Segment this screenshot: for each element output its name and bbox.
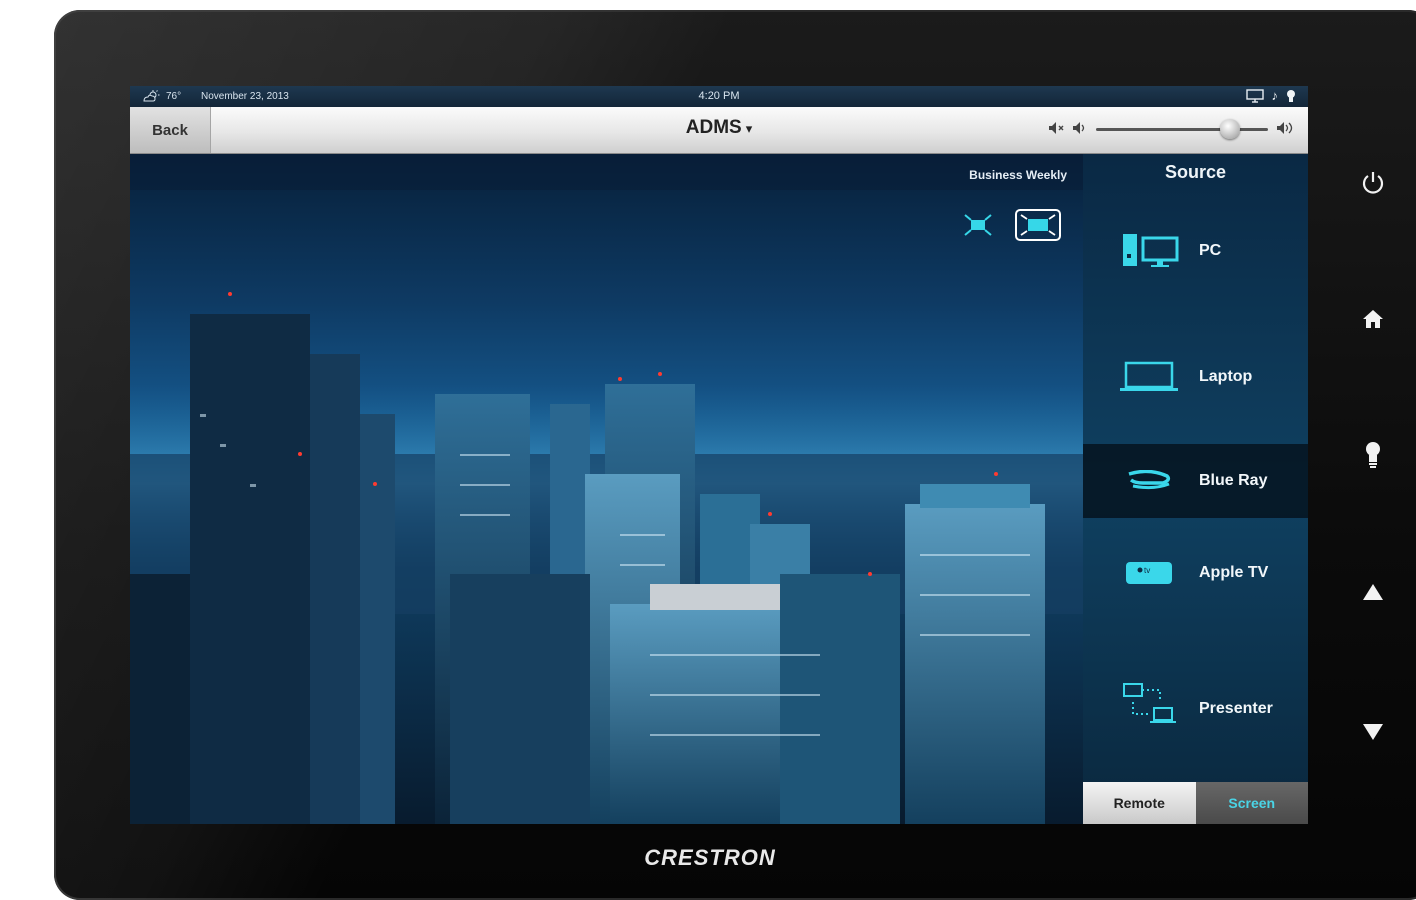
video-preview: Business Weekly (130, 154, 1083, 824)
channel-label: Business Weekly (969, 168, 1067, 182)
source-item-pc[interactable]: PC (1083, 194, 1308, 304)
touch-screen: 76° November 23, 2013 4:20 PM ♪ Back ADM… (130, 86, 1308, 824)
city-skyline-image (130, 292, 1083, 824)
power-button[interactable] (1353, 163, 1393, 203)
apple-tv-badge: tv (1144, 566, 1150, 575)
status-icons: ♪ (1245, 88, 1297, 103)
display-icon (1245, 88, 1264, 103)
apple-tv-icon: tv (1117, 558, 1181, 588)
home-icon (1363, 310, 1383, 328)
status-bar: 76° November 23, 2013 4:20 PM ♪ (130, 86, 1308, 107)
volume-down-icon[interactable] (1072, 121, 1088, 135)
music-note-icon: ♪ (1271, 88, 1279, 103)
bluray-icon (1117, 470, 1181, 492)
nav-bar: Back ADMS ▾ (130, 107, 1308, 154)
up-arrow-icon (1363, 584, 1383, 600)
source-label-blue-ray: Blue Ray (1199, 472, 1268, 489)
source-panel: Source PC Laptop Blue Ray tv Apple TV Pr… (1083, 154, 1308, 824)
content-header-bar: Business Weekly (130, 154, 1083, 190)
down-arrow-icon (1363, 724, 1383, 740)
source-label-presenter: Presenter (1199, 700, 1273, 717)
volume-slider[interactable] (1096, 119, 1268, 139)
up-button[interactable] (1353, 572, 1393, 612)
source-item-blue-ray[interactable]: Blue Ray (1083, 444, 1308, 518)
source-panel-title: Source (1164, 162, 1227, 182)
presenter-icon (1117, 680, 1181, 734)
lightbulb-icon (1366, 442, 1380, 468)
clock: 4:20 PM (698, 90, 740, 102)
lightbulb-icon (1287, 89, 1295, 102)
chevron-down-icon: ▾ (745, 121, 753, 136)
home-button[interactable] (1353, 299, 1393, 339)
brand-logo: CRESTRON (644, 845, 776, 870)
source-label-laptop: Laptop (1199, 368, 1253, 385)
source-item-presenter[interactable]: Presenter (1083, 638, 1308, 782)
source-tabs: Remote Screen (1083, 782, 1308, 824)
tab-screen[interactable]: Screen (1195, 782, 1308, 824)
source-item-laptop[interactable]: Laptop (1083, 304, 1308, 444)
fit-screen-icon[interactable] (962, 210, 994, 240)
volume-control (1048, 119, 1298, 141)
volume-slider-knob[interactable] (1220, 119, 1241, 139)
source-item-apple-tv[interactable]: tv Apple TV (1083, 518, 1308, 638)
source-label-pc: PC (1199, 242, 1222, 259)
down-button[interactable] (1353, 712, 1393, 752)
room-name: ADMS (685, 117, 742, 138)
fill-screen-icon[interactable] (1015, 209, 1061, 241)
volume-up-icon[interactable] (1276, 121, 1298, 135)
power-icon (1362, 172, 1384, 194)
mute-icon[interactable] (1048, 121, 1066, 135)
laptop-icon (1117, 361, 1181, 393)
tab-remote[interactable]: Remote (1083, 782, 1196, 824)
source-label-apple-tv: Apple TV (1199, 564, 1269, 581)
back-button[interactable]: Back (130, 107, 211, 153)
pc-icon (1117, 232, 1181, 268)
lights-button[interactable] (1353, 435, 1393, 475)
